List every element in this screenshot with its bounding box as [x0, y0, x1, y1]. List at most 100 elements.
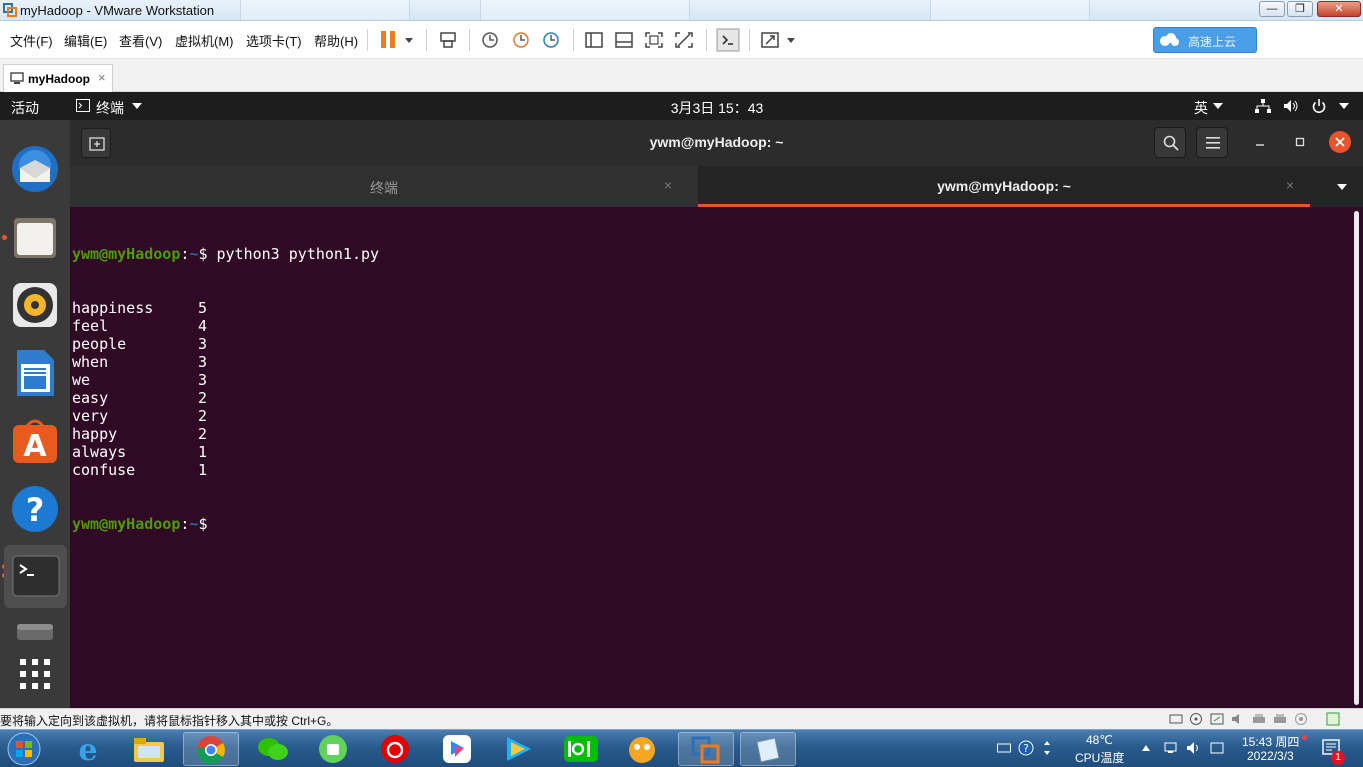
- message-log-icon[interactable]: [1326, 712, 1340, 726]
- tab-terminal[interactable]: 终端 ×: [70, 166, 698, 207]
- explorer-taskbar-button[interactable]: [121, 732, 177, 766]
- network-icon[interactable]: [1255, 99, 1271, 113]
- minimize-button[interactable]: —: [1259, 1, 1285, 17]
- app-taskbar-button[interactable]: [306, 732, 362, 766]
- thumbnail-bar-icon[interactable]: [613, 30, 635, 50]
- menu-button[interactable]: [1196, 127, 1228, 158]
- revert-snapshot-icon[interactable]: [510, 30, 532, 50]
- network-adapter-icon[interactable]: [1210, 712, 1224, 726]
- iqiyi-taskbar-button[interactable]: [553, 732, 609, 766]
- ubuntu-software-icon[interactable]: A: [8, 414, 62, 468]
- rhythmbox-icon[interactable]: [8, 278, 62, 332]
- menu-edit[interactable]: 编辑(E): [64, 31, 107, 50]
- terminal-output-area[interactable]: ywm@myHadoop:~$ python3 python1.py happi…: [70, 207, 1363, 708]
- output-count: 2: [198, 407, 208, 425]
- menu-vm[interactable]: 虚拟机(M): [175, 31, 234, 50]
- command-text: python3 python1.py: [216, 245, 380, 263]
- output-word: very: [72, 407, 109, 425]
- libreoffice-writer-icon[interactable]: [8, 346, 62, 400]
- stretch-guest-icon[interactable]: [759, 30, 781, 50]
- scrollbar[interactable]: [1354, 211, 1359, 705]
- network-tray-icon[interactable]: [1164, 740, 1180, 756]
- menu-tabs[interactable]: 选项卡(T): [246, 31, 302, 50]
- chevron-down-icon[interactable]: [405, 38, 413, 43]
- show-library-icon[interactable]: [583, 30, 605, 50]
- tab-ywm-myhadoop[interactable]: ywm@myHadoop: ~ ×: [698, 166, 1310, 207]
- tray-status-icon[interactable]: [1209, 740, 1225, 756]
- taskbar-time[interactable]: 15:43 周四: [1242, 733, 1299, 750]
- chevron-down-icon[interactable]: [1213, 103, 1223, 109]
- tray-arrows-icon[interactable]: [1043, 740, 1051, 756]
- cloud-icon: [1160, 33, 1179, 46]
- close-tab-icon[interactable]: ×: [1286, 177, 1294, 193]
- thunderbird-icon[interactable]: [8, 142, 62, 196]
- search-icon: [1163, 135, 1179, 151]
- chevron-down-icon[interactable]: [787, 38, 795, 43]
- files-icon[interactable]: [8, 210, 62, 264]
- full-screen-icon[interactable]: [643, 30, 665, 50]
- notification-dot: [1302, 735, 1307, 740]
- wechat-taskbar-button[interactable]: [245, 732, 301, 766]
- cdrom-icon[interactable]: [1189, 712, 1203, 726]
- unity-mode-icon[interactable]: [673, 30, 695, 50]
- close-window-button[interactable]: [1329, 131, 1351, 153]
- power-icon[interactable]: [1311, 99, 1327, 113]
- printer-icon[interactable]: [1252, 712, 1266, 726]
- app-taskbar-button[interactable]: [615, 732, 671, 766]
- menu-file[interactable]: 文件(F): [10, 31, 53, 50]
- console-view-icon[interactable]: [716, 28, 740, 52]
- menu-view[interactable]: 查看(V): [119, 31, 162, 50]
- start-orb-icon[interactable]: [4, 731, 44, 767]
- close-tab-icon[interactable]: ×: [664, 177, 672, 193]
- search-button[interactable]: [1154, 127, 1186, 158]
- vm-tab-myhadoop[interactable]: myHadoop ×: [3, 64, 113, 92]
- word-count-output: happiness 5 feel 4 people 3 when 3 we 3 easy 2 very 2…: [72, 299, 379, 479]
- help-icon[interactable]: ?: [8, 482, 62, 536]
- tab-list-chevron-icon[interactable]: [1337, 184, 1347, 190]
- video-taskbar-button[interactable]: [491, 732, 547, 766]
- vmware-taskbar-button[interactable]: [678, 732, 734, 766]
- ie-taskbar-button[interactable]: e: [60, 732, 116, 766]
- help-tray-icon[interactable]: ?: [1018, 740, 1034, 756]
- chrome-icon: [197, 736, 225, 765]
- menu-help[interactable]: 帮助(H): [314, 31, 358, 50]
- notepad-taskbar-button[interactable]: [740, 732, 796, 766]
- cpu-temperature[interactable]: 48℃: [1086, 733, 1113, 747]
- maximize-icon[interactable]: [1290, 132, 1310, 152]
- volume-tray-icon[interactable]: [1186, 740, 1202, 756]
- volume-icon[interactable]: [1283, 99, 1299, 113]
- drive-icon[interactable]: [8, 620, 62, 640]
- terminal-icon: [12, 555, 60, 597]
- netease-music-taskbar-button[interactable]: [368, 732, 424, 766]
- show-apps-icon[interactable]: [8, 652, 62, 706]
- terminal-dock-item[interactable]: [4, 545, 67, 608]
- input-method-indicator[interactable]: 英: [1194, 98, 1208, 118]
- sound-card-icon[interactable]: [1231, 712, 1245, 726]
- output-row: happiness 5: [72, 299, 379, 317]
- cloud-upload-label: 高速上云: [1188, 35, 1237, 49]
- restore-button[interactable]: ❐: [1287, 1, 1313, 17]
- cloud-upload-button[interactable]: 高速上云: [1153, 27, 1257, 53]
- snapshot-manager-icon[interactable]: [540, 30, 562, 50]
- youku-taskbar-button[interactable]: [430, 732, 486, 766]
- background-tab: [480, 0, 690, 20]
- app-icon: [629, 737, 655, 763]
- display-icon[interactable]: [1294, 712, 1308, 726]
- chrome-taskbar-button[interactable]: [183, 732, 239, 766]
- taskbar-date[interactable]: 2022/3/3: [1247, 749, 1294, 763]
- usb-icon[interactable]: [1273, 712, 1287, 726]
- send-ctrl-alt-del-icon[interactable]: [437, 30, 459, 50]
- clock[interactable]: 3月3日 15：43: [0, 98, 1363, 118]
- toolbar-separator: [426, 29, 427, 51]
- pause-icon[interactable]: [381, 31, 397, 48]
- hdd-icon[interactable]: [1169, 712, 1183, 726]
- show-hidden-icons[interactable]: [1141, 744, 1151, 752]
- close-button[interactable]: ✕: [1317, 1, 1361, 17]
- minimize-icon[interactable]: [1250, 132, 1270, 152]
- chevron-down-icon[interactable]: [1339, 103, 1349, 109]
- snapshot-icon[interactable]: [479, 30, 501, 50]
- wechat-icon: [258, 738, 288, 760]
- svg-text:e: e: [78, 734, 97, 764]
- close-tab-icon[interactable]: ×: [98, 70, 106, 85]
- keyboard-icon[interactable]: [997, 742, 1011, 754]
